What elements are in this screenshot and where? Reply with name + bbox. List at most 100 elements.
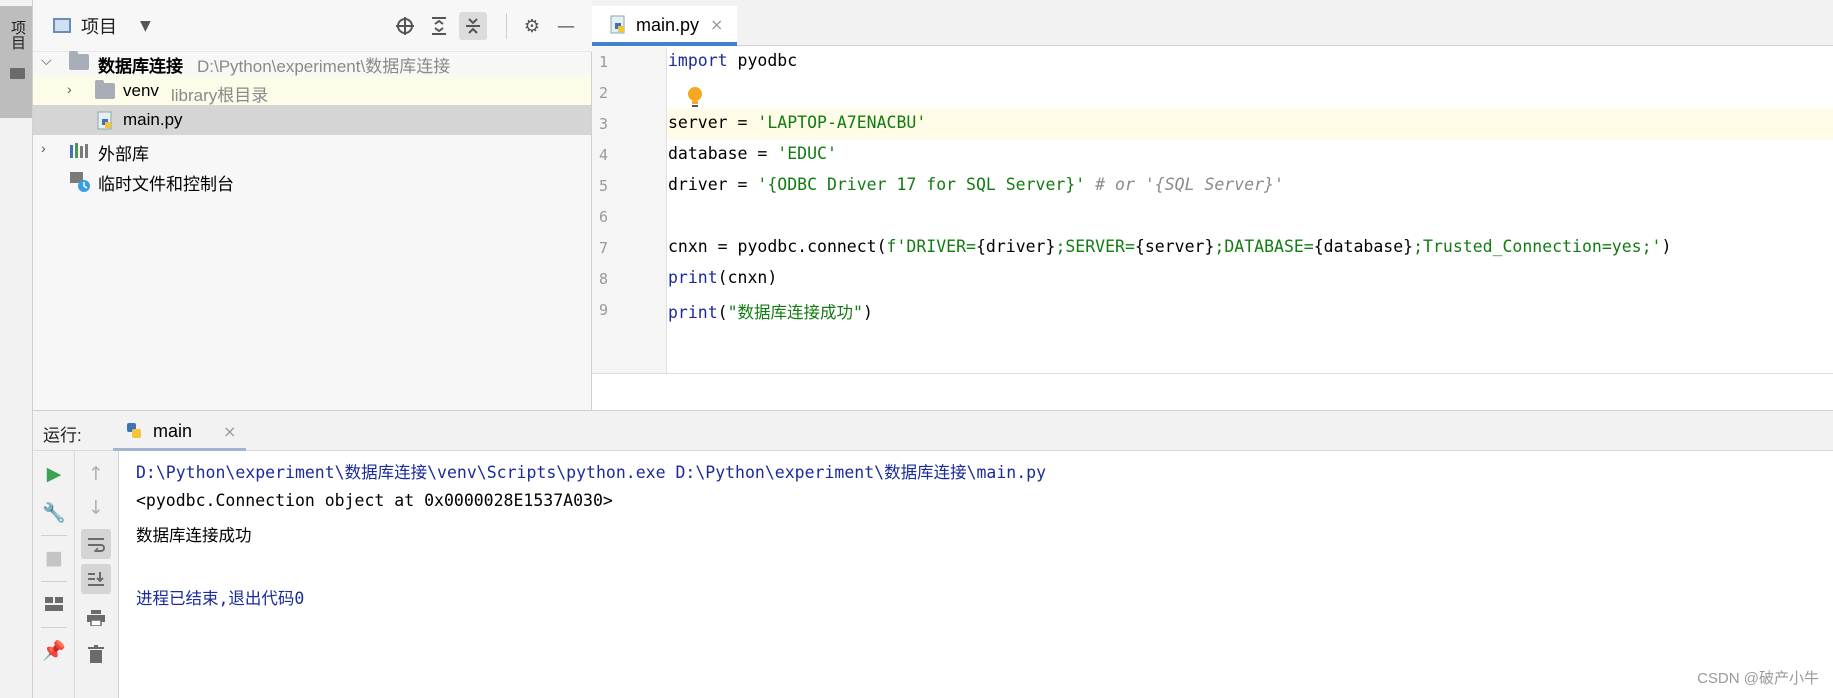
soft-wrap-icon[interactable] [81, 529, 111, 559]
folder-icon [10, 68, 25, 79]
minimize-icon[interactable]: — [552, 12, 580, 40]
code-text: pyodbc [727, 51, 798, 70]
code-text: ) [862, 303, 873, 322]
code-string: 'EDUC' [777, 144, 837, 163]
code-text: cnxn = pyodbc.connect( [668, 237, 887, 256]
project-panel: 项目 ▼ ⚙ — ⌵ 数据库连接 D:\Python\experiment\数据… [33, 0, 592, 410]
console-line-output: <pyodbc.Connection object at 0x0000028E1… [136, 491, 613, 510]
console-line-exit: 进程已结束,退出代码0 [136, 589, 305, 608]
code-string: ;DATABASE= [1214, 237, 1314, 256]
run-toolbar-secondary: ↑ ↓ [75, 451, 119, 698]
code-builtin: print [668, 268, 718, 287]
line-number: 4 [599, 146, 609, 164]
pin-icon[interactable]: 📌 [39, 635, 69, 665]
trash-icon[interactable] [81, 639, 111, 669]
run-tab-main[interactable]: main × [113, 411, 246, 451]
line-number: 2 [599, 84, 609, 102]
code-text: driver = [668, 175, 758, 194]
line-number-gutter: 1 2 3 4 5 6 7 8 9 [592, 47, 667, 373]
header-divider [506, 13, 507, 39]
code-line-5: driver = '{ODBC Driver 17 for SQL Server… [668, 175, 1833, 206]
tree-item-label: main.py [123, 110, 183, 129]
editor-area: main.py × 1 2 3 4 5 6 7 8 9 import pyodb… [592, 0, 1833, 410]
code-text: {database} [1313, 237, 1414, 256]
project-panel-header: 项目 ▼ ⚙ — [33, 0, 592, 52]
tree-item-external-libraries[interactable]: › 外部库 [33, 135, 591, 165]
code-text: ) [1661, 237, 1672, 256]
line-number: 5 [599, 177, 609, 195]
code-line-4: database = 'EDUC' [668, 144, 1833, 175]
watermark: CSDN @破产小牛 [1697, 670, 1819, 687]
code-string: ;SERVER= [1055, 237, 1135, 256]
tree-item-label: venv [123, 81, 159, 100]
tab-main-py[interactable]: main.py × [592, 6, 737, 46]
code-string: "数据库连接成功" [727, 303, 863, 322]
editor-bottom-area [592, 373, 1833, 410]
chevron-down-icon[interactable]: ▼ [140, 18, 151, 34]
wrench-icon[interactable]: 🔧 [39, 497, 69, 527]
tree-item-scratches[interactable]: 临时文件和控制台 [33, 165, 591, 195]
arrow-up-icon[interactable]: ↑ [81, 459, 111, 489]
code-string: 'LAPTOP-A7ENACBU' [757, 113, 927, 132]
code-text: database = [668, 144, 778, 163]
line-number: 9 [599, 301, 609, 319]
editor-tab-bar: main.py × [592, 0, 1833, 46]
tool-window-strip: 项目 [0, 0, 33, 698]
toolbar-divider [41, 581, 67, 582]
toolbar-divider [41, 627, 67, 628]
python-file-icon [610, 15, 625, 34]
code-line-3: server = 'LAPTOP-A7ENACBU' [668, 113, 1833, 144]
close-icon[interactable]: × [223, 422, 236, 441]
stop-icon[interactable]: ■ [39, 543, 69, 573]
tree-item-label: 临时文件和控制台 [98, 175, 234, 194]
project-tool-tab[interactable]: 项目 [0, 6, 32, 118]
tab-label: main.py [636, 15, 700, 35]
code-line-7: cnxn = pyodbc.connect(f'DRIVER={driver};… [668, 237, 1833, 268]
project-view-title[interactable]: 项目 [81, 13, 117, 39]
code-editor[interactable]: import pyodbc server = 'LAPTOP-A7ENACBU'… [668, 47, 1833, 373]
tree-item-label: 外部库 [98, 145, 149, 164]
folder-icon [95, 80, 115, 99]
rerun-icon[interactable]: ▶ [39, 459, 69, 489]
run-tool-window: 运行: main × ▶ 🔧 ■ 📌 ↑ ↓ D:\Python\experim… [33, 410, 1833, 698]
expand-all-icon[interactable] [425, 12, 453, 40]
code-text: (cnxn) [717, 268, 778, 287]
chevron-down-icon[interactable]: ⌵ [41, 52, 52, 69]
scroll-to-end-icon[interactable] [81, 564, 111, 594]
tree-item-label: 数据库连接 [98, 57, 183, 76]
scratch-console-icon [70, 172, 90, 192]
tree-item-venv[interactable]: › venv library根目录 [33, 76, 591, 106]
python-file-icon [97, 111, 112, 130]
run-toolbar-primary: ▶ 🔧 ■ 📌 [33, 451, 75, 698]
locate-icon[interactable] [391, 12, 419, 40]
code-line-1: import pyodbc [668, 51, 1833, 82]
layout-icon[interactable] [39, 589, 69, 619]
line-number: 8 [599, 270, 609, 288]
code-text: {server} [1134, 237, 1215, 256]
arrow-down-icon[interactable]: ↓ [81, 493, 111, 523]
code-keyword: import [668, 51, 728, 70]
code-builtin: print [668, 303, 718, 322]
console-output[interactable]: D:\Python\experiment\数据库连接\venv\Scripts\… [120, 451, 1833, 698]
code-line-8: print(cnxn) [668, 268, 1833, 299]
code-string: '{ODBC Driver 17 for SQL Server}' [757, 175, 1086, 194]
collapse-all-icon[interactable] [459, 12, 487, 40]
run-tab-label: main [153, 421, 193, 441]
python-icon [127, 423, 141, 438]
tree-item-path: D:\Python\experiment\数据库连接 [197, 57, 451, 76]
code-string: f'DRIVER= [886, 237, 976, 256]
tree-item-project-root[interactable]: ⌵ 数据库连接 D:\Python\experiment\数据库连接 [33, 47, 591, 77]
tree-item-main-py[interactable]: main.py [33, 105, 591, 135]
chevron-right-icon[interactable]: › [67, 81, 72, 97]
gear-icon[interactable]: ⚙ [518, 12, 546, 40]
code-text: {driver} [975, 237, 1056, 256]
close-icon[interactable]: × [710, 15, 723, 34]
chevron-right-icon[interactable]: › [41, 140, 46, 156]
project-view-icon [53, 18, 71, 33]
print-icon[interactable] [81, 603, 111, 633]
line-number: 1 [599, 53, 609, 71]
line-number: 6 [599, 208, 609, 226]
code-comment: # or '{SQL Server}' [1085, 175, 1284, 194]
code-line-9: print("数据库连接成功") [668, 299, 1833, 330]
folder-icon [69, 51, 89, 70]
